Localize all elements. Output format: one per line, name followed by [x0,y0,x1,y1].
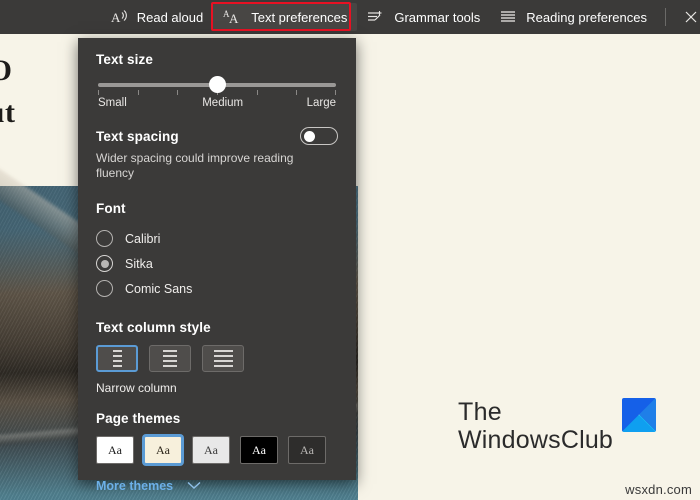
theme-swatch-white[interactable]: Aa [96,436,134,464]
font-option-calibri[interactable]: Calibri [96,226,338,251]
toolbar-label-grammar-tools: Grammar tools [394,9,481,25]
font-option-sitka[interactable]: Sitka [96,251,338,276]
toolbar-button-grammar-tools[interactable]: Grammar tools [357,3,490,31]
radio-icon-calibri [96,230,113,247]
radio-icon-sitka [96,255,113,272]
text-size-slider[interactable]: Small Medium Large [98,76,336,111]
page-themes-heading: Page themes [96,411,181,426]
slider-thumb[interactable] [208,76,226,93]
svg-text:A: A [111,10,121,25]
text-column-style-options [96,345,338,372]
reading-preferences-icon [500,9,517,25]
text-spacing-toggle[interactable] [300,127,338,145]
toolbar-button-text-preferences[interactable]: A A Text preferences [213,3,358,31]
immersive-reader-window: st O Tut The WindowsClub wsxdn.com A Rea… [0,0,700,500]
column-style-medium-button[interactable] [149,345,191,372]
toolbar-divider [665,8,666,26]
toolbar-label-read-aloud: Read aloud [136,9,204,25]
more-themes-row[interactable]: More themes [96,477,338,495]
slider-label-medium: Medium [202,97,244,109]
toggle-knob [304,131,315,142]
column-style-caption: Narrow column [96,381,177,395]
theme-swatch-black[interactable]: Aa [240,436,278,464]
radio-icon-comic-sans [96,280,113,297]
text-spacing-heading: Text spacing [96,128,179,144]
watermark-logo: The WindowsClub [458,398,666,462]
text-preferences-icon: A A [223,9,242,25]
text-size-heading: Text size [96,52,153,67]
more-themes-link[interactable]: More themes [96,479,173,493]
text-spacing-row: Text spacing [96,127,338,145]
column-style-wide-button[interactable] [202,345,244,372]
toolbar-button-reading-preferences[interactable]: Reading preferences [490,3,657,31]
toolbar-label-text-preferences: Text preferences [251,9,348,25]
text-column-style-heading: Text column style [96,320,211,335]
slider-label-large: Large [306,97,336,109]
font-label-calibri: Calibri [125,231,161,246]
font-label-comic-sans: Comic Sans [125,281,193,296]
read-aloud-icon: A [111,9,128,25]
windows-logo-icon [622,398,656,432]
theme-swatch-sepia[interactable]: Aa [144,436,182,464]
toolbar-label-reading-preferences: Reading preferences [526,9,647,25]
theme-swatch-light-gray[interactable]: Aa [192,436,230,464]
toolbar-button-overflow[interactable] [674,3,700,31]
font-heading: Font [96,201,126,216]
immersive-reader-toolbar: A Read aloud A A Text preferences Gramma… [0,0,700,34]
close-icon [684,10,698,24]
page-themes-options: Aa Aa Aa Aa Aa [96,436,338,464]
font-label-sitka: Sitka [125,256,153,271]
text-preferences-panel: Text size Small Medium Large Text spacin… [78,38,356,493]
font-option-comic-sans[interactable]: Comic Sans [96,276,338,301]
theme-swatch-dark-gray[interactable]: Aa [288,436,326,464]
text-spacing-hint: Wider spacing could improve reading flue… [96,151,294,180]
slider-label-small: Small [98,97,127,109]
toolbar-button-read-aloud[interactable]: A Read aloud [101,3,214,31]
svg-text:A: A [229,11,239,25]
column-style-narrow-button[interactable] [96,345,138,372]
grammar-tools-icon [367,9,385,25]
chevron-down-icon[interactable] [187,477,201,495]
slider-labels: Small Medium Large [98,97,336,109]
watermark-credit: wsxdn.com [625,482,692,497]
